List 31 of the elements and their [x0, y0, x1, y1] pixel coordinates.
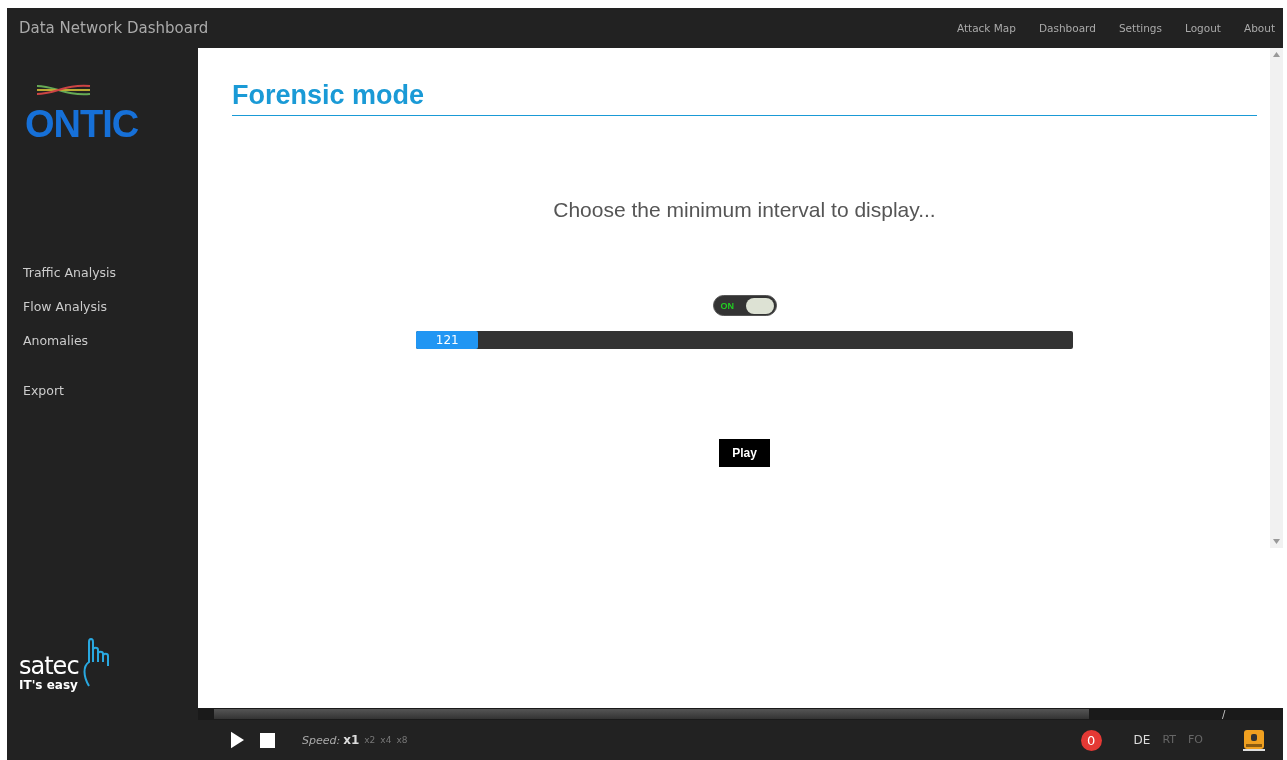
sidebar-item[interactable]: Export	[23, 374, 198, 408]
stop-icon[interactable]	[260, 732, 275, 748]
speed-option[interactable]: x8	[396, 735, 408, 745]
scroll-down-icon[interactable]	[1273, 539, 1280, 544]
nav-link[interactable]: Settings	[1118, 22, 1162, 34]
ontic-logo: ONTIC	[25, 102, 139, 146]
sidebar-item[interactable]: Traffic Analysis	[23, 256, 198, 290]
play-icon[interactable]	[231, 731, 244, 749]
prompt-text: Choose the minimum interval to display...	[553, 198, 936, 222]
nav-link[interactable]: Attack Map	[956, 22, 1016, 34]
app-title: Data Network Dashboard	[19, 19, 209, 37]
monitor-app-icon[interactable]	[1243, 729, 1265, 751]
toggle-switch[interactable]: ON	[712, 295, 777, 316]
sidebar-item[interactable]: Anomalies	[23, 324, 198, 358]
nav-link[interactable]: About	[1243, 22, 1275, 34]
sidebar-item[interactable]: Flow Analysis	[23, 290, 198, 324]
speed-option[interactable]: x1	[343, 733, 360, 747]
scrollbar[interactable]	[1270, 48, 1283, 548]
nav-link[interactable]: Logout	[1185, 22, 1221, 34]
brand-name: satec	[19, 654, 79, 678]
page-title: Forensic mode	[232, 80, 1257, 116]
mode-option[interactable]: DE	[1133, 733, 1151, 747]
speed-label: Speed:	[302, 733, 341, 747]
timeline-marker: /	[1222, 708, 1226, 720]
alert-count-badge: 0	[1080, 729, 1102, 751]
speed-option[interactable]: x4	[380, 735, 392, 745]
nav-link[interactable]: Dashboard	[1038, 22, 1096, 34]
scroll-up-icon[interactable]	[1273, 52, 1280, 57]
speed-option[interactable]: x2	[364, 735, 376, 745]
play-button[interactable]: Play	[719, 439, 770, 467]
brand-tagline: IT's easy	[19, 678, 79, 692]
